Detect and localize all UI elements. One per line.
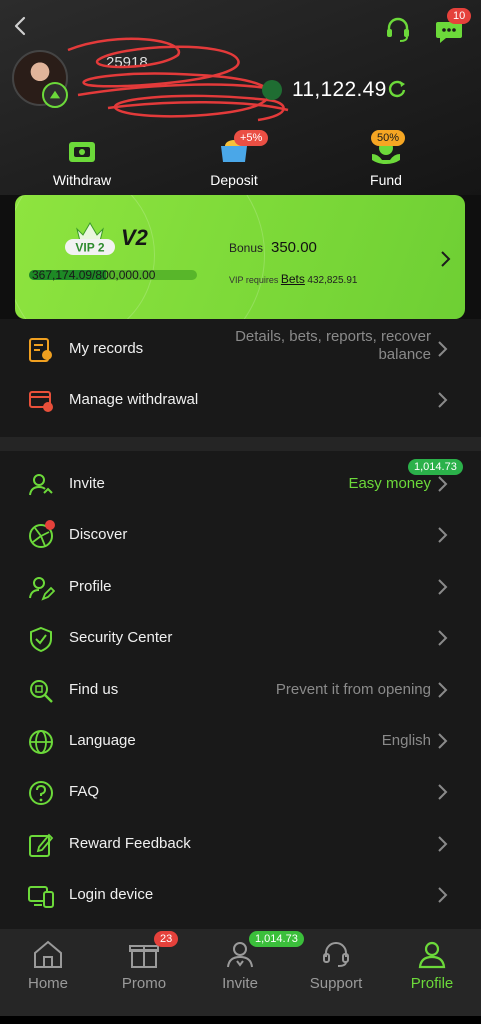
profile-header: 10 25918 11,122.49 Withdraw Deposit +5% — [0, 0, 481, 195]
vip-requirement: VIP requires Bets 432,825.91 — [229, 272, 357, 286]
vip-emblem-text: VIP 2 — [75, 241, 104, 255]
reward-feedback-title: Reward Feedback — [69, 835, 191, 852]
message-badge: 10 — [447, 8, 472, 24]
chevron-right-icon — [438, 836, 448, 852]
edit-icon — [29, 833, 54, 857]
nav-support-label: Support — [309, 975, 363, 992]
redaction-scribble — [67, 37, 289, 122]
nav-invite-label: Invite — [222, 975, 258, 992]
question-icon — [29, 781, 53, 805]
discover-row[interactable]: Discover — [0, 510, 481, 561]
wallet-icon — [69, 142, 95, 162]
chevron-right-icon — [438, 784, 448, 800]
settings-section: Invite Easy money 1,014.73 Discover Prof… — [0, 451, 481, 929]
discover-notification-dot — [45, 520, 55, 530]
withdraw-button[interactable]: Withdraw — [27, 138, 137, 188]
find-us-title: Find us — [69, 681, 119, 698]
back-icon[interactable] — [10, 14, 32, 38]
refresh-icon[interactable] — [387, 79, 407, 99]
security-center-title: Security Center — [69, 629, 173, 646]
nav-support[interactable]: Support — [288, 939, 384, 992]
invite-reward-badge: 1,014.73 — [408, 459, 463, 475]
chevron-right-icon — [441, 251, 451, 267]
invite-row[interactable]: Invite Easy money 1,014.73 — [0, 459, 481, 510]
bonus-value: 350.00 — [271, 239, 317, 256]
find-us-desc: Prevent it from opening — [275, 681, 431, 698]
system-nav-bar — [0, 1016, 481, 1024]
chevron-right-icon — [438, 733, 448, 749]
reward-feedback-row[interactable]: Reward Feedback — [0, 819, 481, 870]
bonus-label: Bonus — [229, 241, 264, 255]
nav-promo[interactable]: Promo — [96, 939, 192, 992]
requires-text: VIP requires — [229, 275, 279, 285]
bets-link[interactable]: Bets — [281, 272, 305, 286]
my-records-title: My records — [69, 340, 144, 357]
records-section: My records Details, bets, reports, recov… — [0, 319, 481, 437]
vip-level: V2 — [121, 225, 148, 250]
chevron-right-icon — [438, 630, 448, 646]
chevron-right-icon — [438, 527, 448, 543]
profile-title: Profile — [69, 578, 112, 595]
manage-withdrawal-title: Manage withdrawal — [69, 391, 199, 408]
shield-icon — [30, 626, 52, 653]
vip-card[interactable]: VIP 2 V2 367,174.09/800,000.00 Bonus 350… — [15, 195, 465, 319]
deposit-button[interactable]: Deposit — [179, 138, 289, 188]
my-records-desc: Details, bets, reports, recover balance — [235, 328, 431, 363]
nav-home-label: Home — [27, 975, 68, 992]
manage-withdrawal-row[interactable]: Manage withdrawal — [0, 375, 481, 426]
deposit-label: Deposit — [210, 172, 258, 188]
currency-icon — [262, 80, 282, 100]
nav-profile-label: Profile — [410, 975, 454, 992]
faq-title: FAQ — [69, 783, 100, 800]
chevron-right-icon — [438, 476, 448, 492]
chevron-right-icon — [438, 392, 448, 408]
language-row[interactable]: Language English — [0, 716, 481, 767]
login-device-title: Login device — [69, 886, 154, 903]
discover-title: Discover — [69, 526, 128, 543]
globe-icon — [29, 730, 53, 754]
nav-profile[interactable]: Profile — [384, 939, 480, 992]
devices-icon — [28, 886, 54, 908]
login-device-row[interactable]: Login device — [0, 870, 481, 921]
chevron-right-icon — [438, 682, 448, 698]
language-value: English — [381, 732, 431, 749]
balance-amount: 11,122.49 — [292, 78, 387, 101]
nav-promo-label: Promo — [121, 975, 167, 992]
home-icon — [34, 940, 62, 968]
user-edit-icon — [29, 577, 55, 601]
chevron-right-icon — [438, 887, 448, 903]
support-headset-icon — [323, 942, 349, 967]
find-us-row[interactable]: Find us Prevent it from opening — [0, 665, 481, 716]
security-center-row[interactable]: Security Center — [0, 613, 481, 664]
promo-badge: 23 — [154, 931, 179, 947]
withdrawal-card-icon — [29, 391, 53, 412]
deposit-bonus-badge: +5% — [234, 130, 269, 146]
user-icon — [418, 941, 446, 969]
records-icon — [29, 338, 52, 362]
profile-row[interactable]: Profile — [0, 562, 481, 613]
search-icon — [30, 680, 53, 703]
chevron-right-icon — [438, 579, 448, 595]
requires-value: 432,825.91 — [307, 275, 358, 286]
nav-home[interactable]: Home — [0, 939, 96, 992]
language-title: Language — [69, 732, 136, 749]
faq-row[interactable]: FAQ — [0, 767, 481, 818]
vip-progress-text: 367,174.09/800,000.00 — [32, 268, 156, 282]
withdraw-label: Withdraw — [52, 172, 112, 188]
invite-desc: Easy money — [348, 475, 431, 492]
decor-arc — [15, 195, 265, 319]
section-divider — [0, 437, 481, 451]
my-records-row[interactable]: My records Details, bets, reports, recov… — [0, 324, 481, 375]
fund-rate-badge: 50% — [371, 130, 406, 146]
invite-icon — [29, 474, 53, 496]
invite-title: Invite — [69, 475, 105, 492]
vip-emblem-icon: VIP 2 — [65, 222, 115, 255]
fund-label: Fund — [370, 172, 402, 188]
chevron-right-icon — [438, 341, 448, 357]
headset-icon[interactable] — [383, 14, 413, 44]
bottom-nav: Home Promo 23 Invite 1,014.73 Support Pr… — [0, 929, 481, 1024]
